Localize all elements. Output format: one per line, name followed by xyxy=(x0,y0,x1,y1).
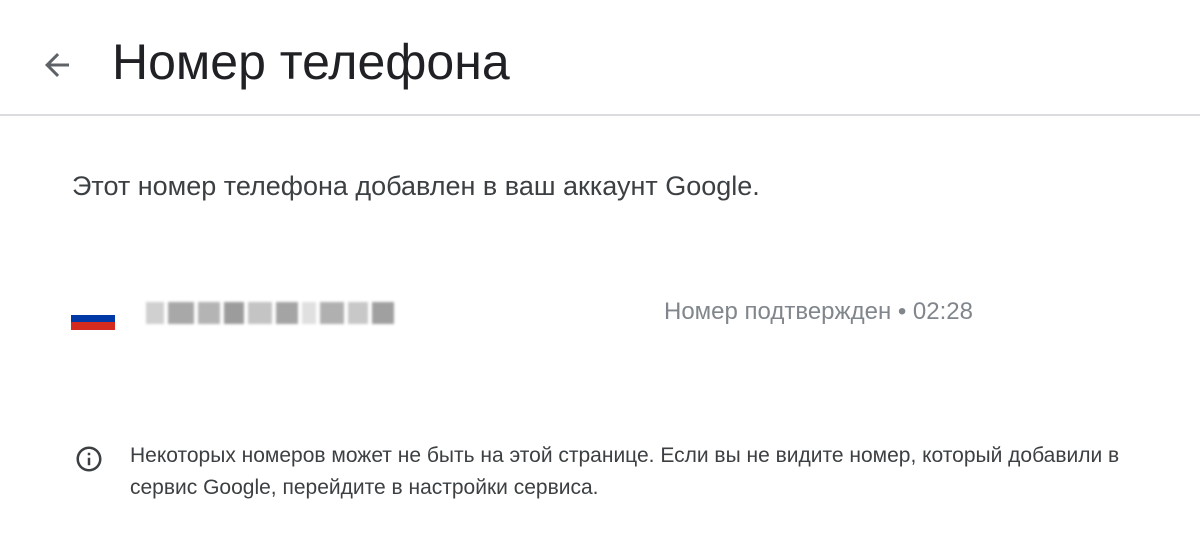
page-header: Номер телефона xyxy=(0,0,1200,116)
info-notice-text: Некоторых номеров может не быть на этой … xyxy=(130,444,1120,499)
page-title: Номер телефона xyxy=(112,34,510,90)
phone-number-page: Номер телефона Этот номер телефона добав… xyxy=(0,0,1200,550)
info-icon xyxy=(76,446,102,472)
back-button[interactable] xyxy=(30,38,84,92)
phone-number-row[interactable]: Номер подтвержден • 02:28 xyxy=(0,280,1200,346)
phone-verification-status: Номер подтвержден • 02:28 xyxy=(664,298,973,325)
russia-flag-icon xyxy=(71,307,115,331)
redacted-phone-number xyxy=(146,297,406,329)
arrow-back-icon xyxy=(45,53,69,77)
intro-text: Этот номер телефона добавлен в ваш аккау… xyxy=(72,171,760,201)
